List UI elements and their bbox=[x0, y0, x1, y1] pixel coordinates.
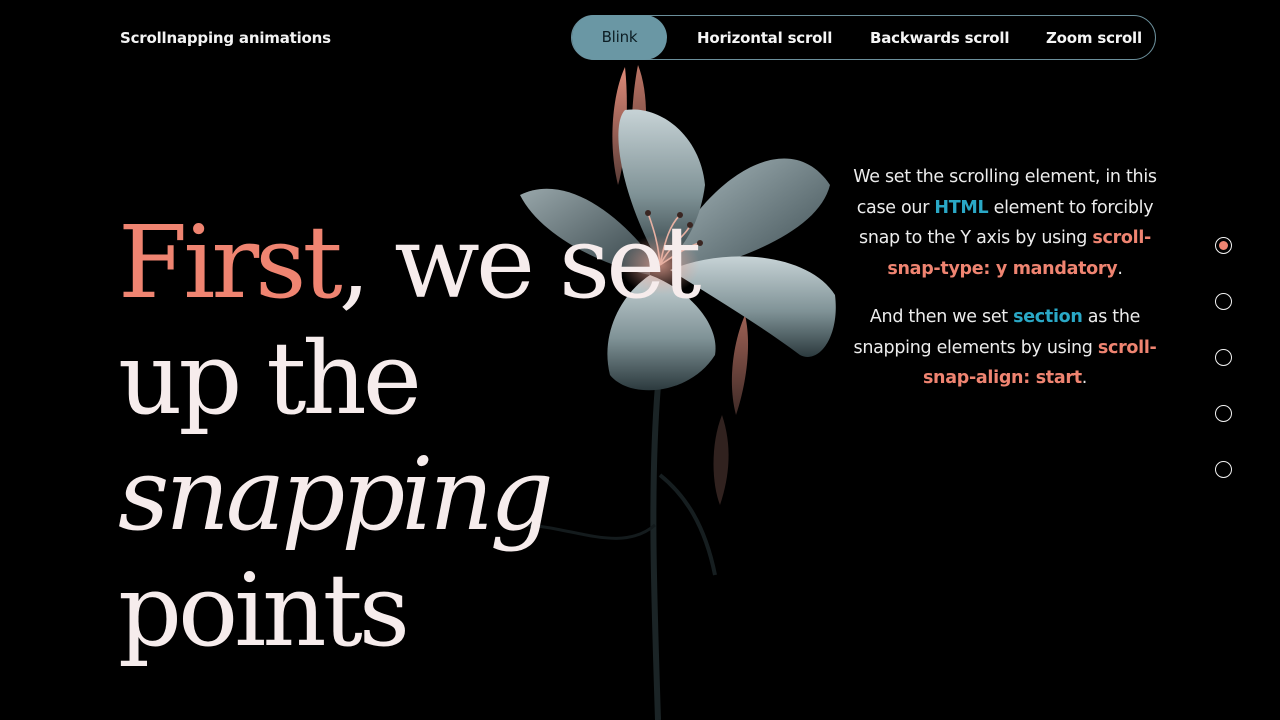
keyword-html: HTML bbox=[934, 197, 989, 218]
p2-text-c: . bbox=[1081, 368, 1088, 388]
section-pagination bbox=[1215, 237, 1232, 517]
headline-accent-word: First bbox=[118, 204, 343, 321]
nav-zoom-scroll[interactable]: Zoom scroll bbox=[1046, 16, 1142, 61]
pagination-dot-3[interactable] bbox=[1215, 349, 1232, 366]
hero-headline: First, we set up the snapping points bbox=[118, 204, 702, 669]
explanation-paragraph-2: And then we set section as the snapping … bbox=[850, 302, 1160, 394]
headline-line4: points bbox=[118, 552, 410, 669]
pagination-dot-1[interactable] bbox=[1215, 237, 1232, 254]
p2-text-a: And then we set bbox=[869, 307, 1014, 327]
pagination-dot-4[interactable] bbox=[1215, 405, 1232, 422]
keyword-section: section bbox=[1013, 307, 1083, 327]
headline-line3: snapping bbox=[118, 436, 554, 553]
pagination-dot-5[interactable] bbox=[1215, 461, 1232, 478]
explanation-paragraph-1: We set the scrolling element, in this ca… bbox=[850, 162, 1160, 284]
headline-line2: up the bbox=[118, 320, 422, 437]
p1-text-c: . bbox=[1117, 258, 1123, 279]
nav-blink[interactable]: Blink bbox=[572, 15, 667, 60]
headline-line1-rest: , we set bbox=[338, 204, 702, 321]
brand-title: Scrollnapping animations bbox=[120, 29, 331, 47]
pagination-dot-2[interactable] bbox=[1215, 293, 1232, 310]
top-nav: Blink Horizontal scroll Backwards scroll… bbox=[571, 15, 1156, 60]
explanation-text: We set the scrolling element, in this ca… bbox=[850, 162, 1160, 412]
nav-backwards-scroll[interactable]: Backwards scroll bbox=[870, 16, 1009, 61]
